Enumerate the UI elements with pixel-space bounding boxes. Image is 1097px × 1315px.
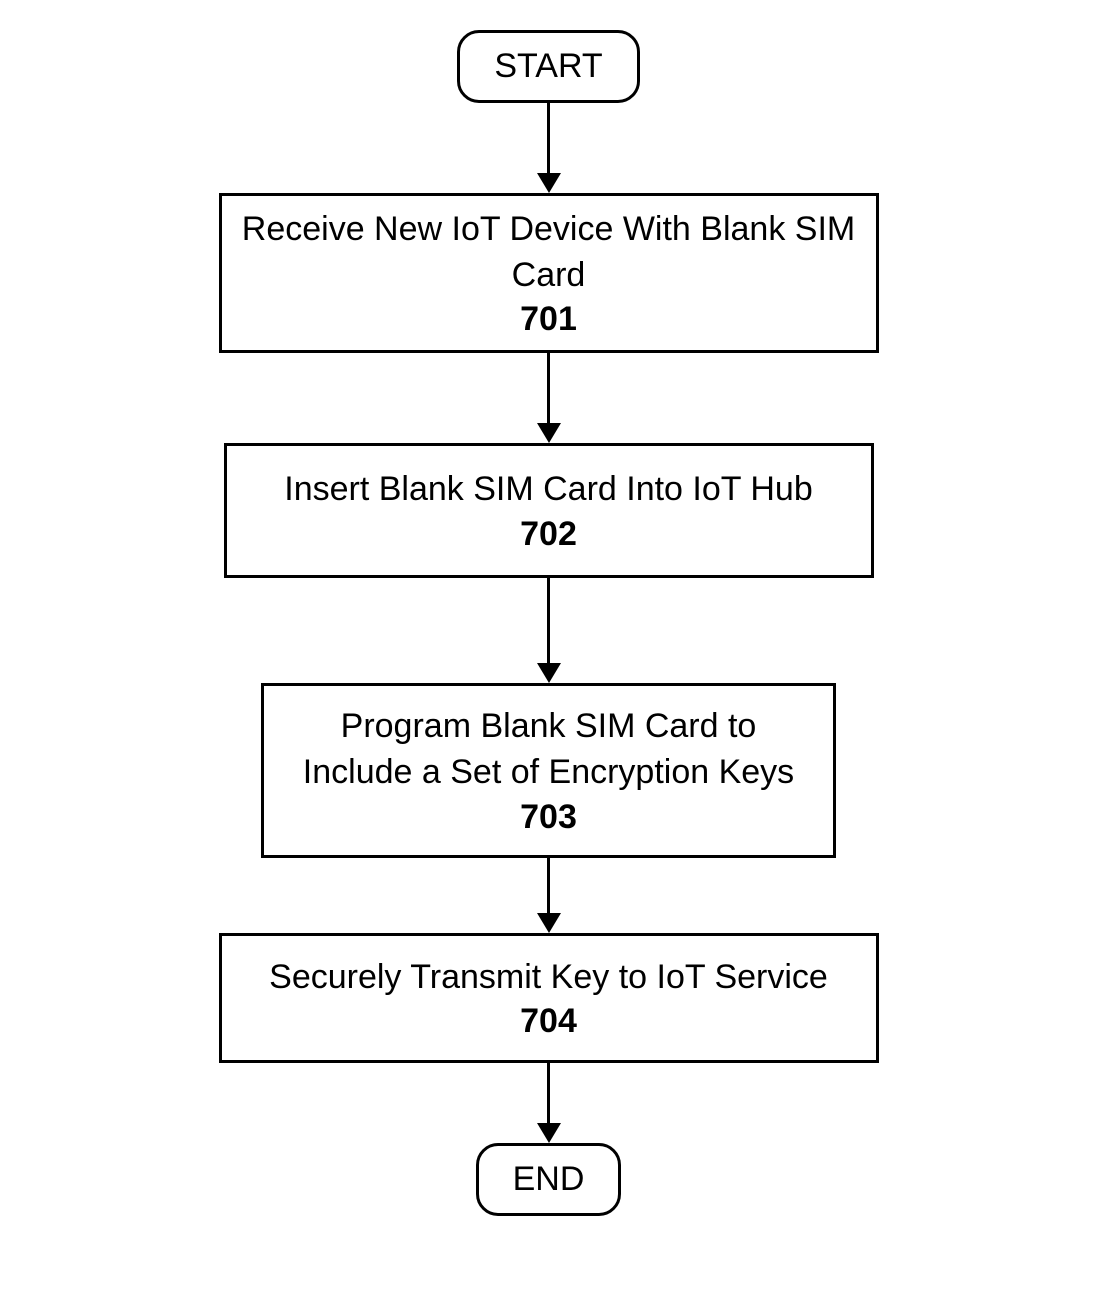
- step-703-num: 703: [520, 798, 577, 837]
- end-terminal: END: [476, 1143, 622, 1216]
- arrow-704-to-end: [537, 1063, 561, 1143]
- start-label: START: [494, 47, 602, 85]
- arrow-start-to-701: [537, 103, 561, 193]
- step-704-text: Securely Transmit Key to IoT Service: [269, 955, 828, 1001]
- step-701-num: 701: [520, 300, 577, 339]
- step-701: Receive New IoT Device With Blank SIM Ca…: [219, 193, 879, 353]
- step-704-num: 704: [520, 1002, 577, 1041]
- flowchart: START Receive New IoT Device With Blank …: [219, 30, 879, 1216]
- step-703-text: Program Blank SIM Card to Include a Set …: [284, 704, 813, 796]
- arrow-702-to-703: [537, 578, 561, 683]
- step-702: Insert Blank SIM Card Into IoT Hub 702: [224, 443, 874, 578]
- start-terminal: START: [457, 30, 639, 103]
- arrow-703-to-704: [537, 858, 561, 933]
- arrow-701-to-702: [537, 353, 561, 443]
- step-704: Securely Transmit Key to IoT Service 704: [219, 933, 879, 1063]
- step-701-text: Receive New IoT Device With Blank SIM Ca…: [242, 207, 856, 299]
- step-702-num: 702: [520, 515, 577, 554]
- end-label: END: [513, 1160, 585, 1198]
- step-703: Program Blank SIM Card to Include a Set …: [261, 683, 836, 858]
- step-702-text: Insert Blank SIM Card Into IoT Hub: [284, 467, 813, 513]
